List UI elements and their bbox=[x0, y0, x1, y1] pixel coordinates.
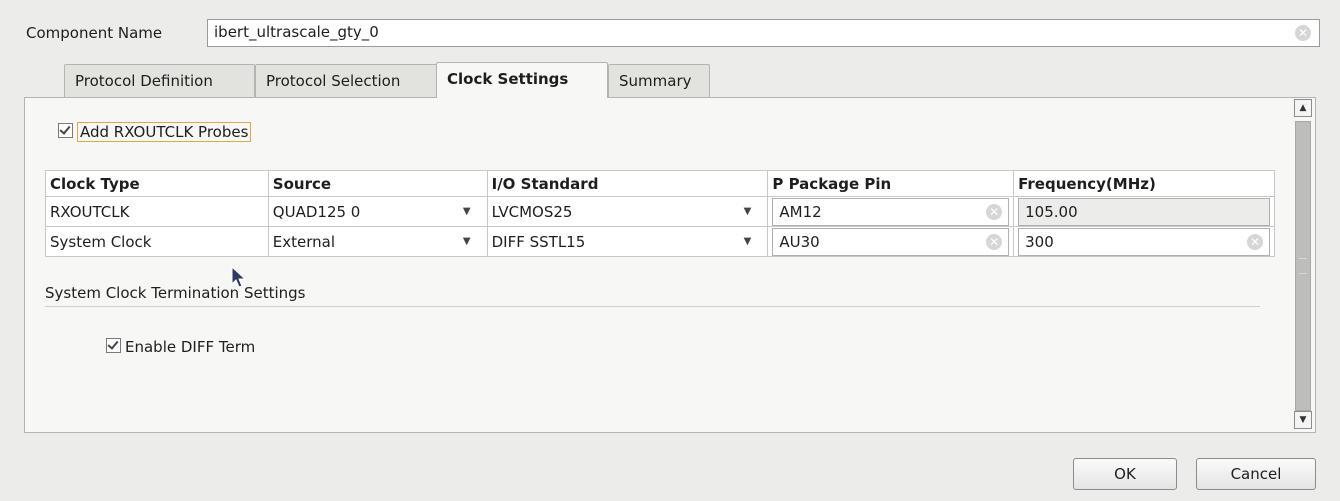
enable-diff-term-checkbox[interactable]: Enable DIFF Term bbox=[106, 338, 255, 356]
frequency-cell: 105.00 bbox=[1013, 196, 1275, 227]
tab-label: Protocol Definition bbox=[75, 72, 213, 90]
clock-table: Clock Type Source I/O Standard P Package… bbox=[45, 170, 1275, 257]
frequency-cell: 300 ✕ bbox=[1013, 226, 1275, 257]
scroll-down-icon[interactable]: ▼ bbox=[1294, 411, 1312, 429]
section-divider bbox=[45, 306, 1260, 307]
frequency-value: 105.00 bbox=[1025, 202, 1078, 221]
source-value: External bbox=[272, 232, 336, 251]
source-value: QUAD125 0 bbox=[272, 202, 361, 221]
table-row: RXOUTCLK QUAD125 0 ▼ LVCMOS25 ▼ AM12 ✕ 105.… bbox=[45, 196, 1275, 227]
vertical-scrollbar[interactable]: ▲ ▼ bbox=[1294, 99, 1314, 431]
clear-icon[interactable]: ✕ bbox=[986, 203, 1003, 220]
termination-section-title: System Clock Termination Settings bbox=[45, 284, 306, 302]
table-row: System Clock External ▼ DIFF SSTL15 ▼ AU30… bbox=[45, 226, 1275, 257]
chevron-down-icon[interactable]: ▼ bbox=[463, 206, 471, 217]
ok-button[interactable]: OK bbox=[1073, 458, 1177, 490]
frequency-readonly-field: 105.00 bbox=[1018, 197, 1270, 226]
package-pin-input[interactable]: AU30 ✕ bbox=[772, 227, 1010, 256]
add-rxoutclk-probes-label: Add RXOUTCLK Probes bbox=[77, 122, 252, 142]
column-header-package-pin: P Package Pin bbox=[767, 170, 1015, 197]
chevron-down-icon[interactable]: ▼ bbox=[744, 206, 752, 217]
component-name-input[interactable]: ibert_ultrascale_gty_0 ✕ bbox=[207, 19, 1320, 47]
checkbox-checked-icon[interactable] bbox=[58, 123, 73, 138]
clock-type-cell: System Clock bbox=[45, 226, 269, 257]
clear-icon[interactable]: ✕ bbox=[1295, 25, 1311, 41]
clock-settings-panel bbox=[24, 97, 1316, 433]
package-pin-cell: AM12 ✕ bbox=[767, 196, 1015, 227]
tab-summary[interactable]: Summary bbox=[608, 64, 710, 98]
package-pin-value: AM12 bbox=[779, 202, 822, 221]
column-header-frequency: Frequency(MHz) bbox=[1013, 170, 1275, 197]
package-pin-input[interactable]: AM12 ✕ bbox=[772, 197, 1010, 226]
checkbox-checked-icon[interactable] bbox=[106, 338, 121, 353]
frequency-value: 300 bbox=[1025, 232, 1054, 251]
chevron-down-icon[interactable]: ▼ bbox=[744, 236, 752, 247]
column-header-clock-type: Clock Type bbox=[45, 170, 269, 197]
scroll-thumb[interactable] bbox=[1295, 121, 1311, 411]
source-select[interactable]: External ▼ bbox=[267, 226, 488, 257]
frequency-input[interactable]: 300 ✕ bbox=[1018, 227, 1270, 256]
mouse-pointer-icon bbox=[231, 266, 247, 288]
io-standard-select[interactable]: DIFF SSTL15 ▼ bbox=[486, 226, 769, 257]
clock-type-cell: RXOUTCLK bbox=[45, 196, 269, 227]
io-standard-select[interactable]: LVCMOS25 ▼ bbox=[486, 196, 769, 227]
tab-label: Protocol Selection bbox=[266, 72, 401, 90]
component-name-label: Component Name bbox=[26, 24, 163, 42]
table-header-row: Clock Type Source I/O Standard P Package… bbox=[45, 170, 1275, 197]
tab-label: Summary bbox=[619, 72, 692, 90]
cancel-button[interactable]: Cancel bbox=[1196, 458, 1316, 490]
enable-diff-term-label: Enable DIFF Term bbox=[125, 338, 256, 356]
clear-icon[interactable]: ✕ bbox=[1247, 233, 1263, 250]
add-rxoutclk-probes-checkbox[interactable]: Add RXOUTCLK Probes bbox=[58, 122, 252, 142]
component-name-value: ibert_ultrascale_gty_0 bbox=[214, 23, 379, 41]
package-pin-cell: AU30 ✕ bbox=[767, 226, 1015, 257]
package-pin-value: AU30 bbox=[779, 232, 820, 251]
io-standard-value: LVCMOS25 bbox=[491, 202, 573, 221]
tab-label: Clock Settings bbox=[447, 70, 569, 88]
tab-protocol-selection[interactable]: Protocol Selection bbox=[255, 64, 438, 98]
io-standard-value: DIFF SSTL15 bbox=[491, 232, 586, 251]
column-header-io-standard: I/O Standard bbox=[486, 170, 769, 197]
chevron-down-icon[interactable]: ▼ bbox=[463, 236, 471, 247]
scroll-up-icon[interactable]: ▲ bbox=[1294, 99, 1312, 117]
clear-icon[interactable]: ✕ bbox=[986, 233, 1003, 250]
column-header-source: Source bbox=[267, 170, 488, 197]
tab-clock-settings[interactable]: Clock Settings bbox=[436, 62, 608, 98]
source-select[interactable]: QUAD125 0 ▼ bbox=[267, 196, 488, 227]
tab-protocol-definition[interactable]: Protocol Definition bbox=[64, 64, 255, 98]
